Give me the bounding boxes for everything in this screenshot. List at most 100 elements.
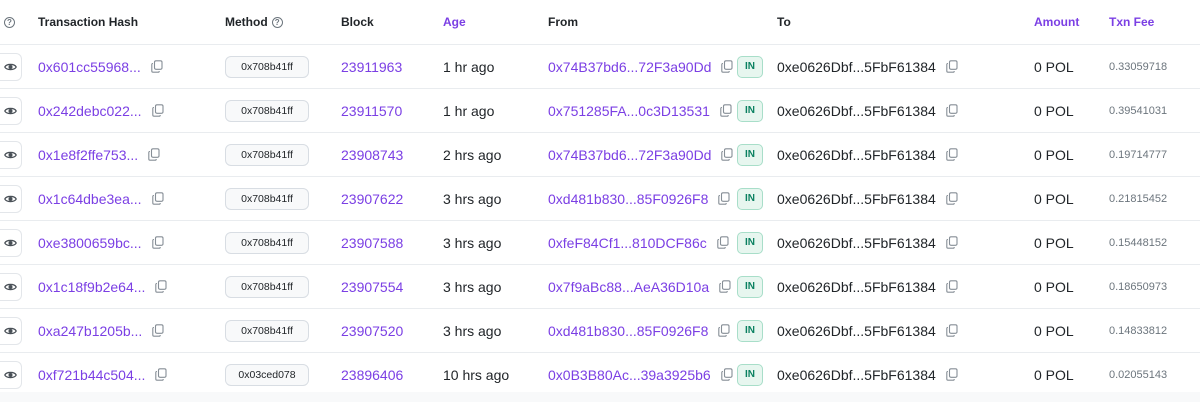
copy-icon[interactable] (946, 280, 958, 293)
preview-button[interactable] (0, 140, 22, 169)
direction-badge: IN (737, 363, 763, 386)
copy-icon[interactable] (717, 236, 729, 249)
direction-cell: IN (737, 221, 763, 264)
header-method: Method ? (225, 0, 283, 44)
copy-icon[interactable] (946, 368, 958, 381)
block-link[interactable]: 23911963 (341, 59, 402, 75)
copy-icon[interactable] (151, 192, 164, 205)
to-cell: 0xe0626Dbf...5FbF61384 (777, 221, 958, 264)
from-address-link[interactable]: 0x0B3B80Ac...39a3925b6 (548, 367, 711, 383)
tx-hash-cell: 0xe3800659bc... (38, 221, 164, 264)
preview-button[interactable] (0, 184, 22, 213)
block-link[interactable]: 23908743 (341, 147, 403, 163)
copy-icon[interactable] (152, 324, 164, 337)
block-link[interactable]: 23907622 (341, 191, 403, 207)
txn-fee-text: 0.19714777 (1109, 148, 1168, 161)
amount-text: 0 POL (1034, 366, 1074, 383)
copy-icon[interactable] (148, 148, 160, 161)
tx-hash-link[interactable]: 0xe3800659bc... (38, 235, 142, 251)
to-address: 0xe0626Dbf...5FbF61384 (777, 234, 936, 251)
from-address-link[interactable]: 0x7f9aBc88...AeA36D10a (548, 279, 709, 295)
eye-icon (4, 150, 17, 160)
table-row: 0xe3800659bc... 0x708b41ff 23907588 3 hrs a… (0, 221, 1200, 265)
copy-icon[interactable] (721, 60, 734, 73)
copy-icon[interactable] (151, 60, 163, 73)
block-link[interactable]: 23896406 (341, 367, 403, 383)
block-link[interactable]: 23907554 (341, 279, 403, 295)
block-cell: 23896406 (341, 353, 403, 396)
block-cell: 23907622 (341, 177, 403, 220)
tx-hash-link[interactable]: 0x601cc55968... (38, 59, 141, 75)
age-cell: 3 hrs ago (443, 221, 501, 264)
copy-icon[interactable] (946, 236, 958, 249)
direction-cell: IN (737, 309, 763, 352)
direction-badge: IN (737, 143, 763, 166)
amount-cell: 0 POL (1034, 89, 1074, 132)
copy-icon[interactable] (151, 104, 164, 117)
preview-cell (0, 89, 22, 132)
tx-hash-link[interactable]: 0x1e8f2ffe753... (38, 147, 138, 163)
from-address-link[interactable]: 0x74B37bd6...72F3a90Dd (548, 59, 711, 75)
preview-button[interactable] (0, 360, 22, 389)
copy-icon[interactable] (719, 280, 731, 293)
copy-icon[interactable] (720, 104, 732, 117)
copy-icon[interactable] (721, 148, 734, 161)
tx-hash-link[interactable]: 0x242debc022... (38, 103, 142, 119)
tx-hash-cell: 0x242debc022... (38, 89, 164, 132)
copy-icon[interactable] (720, 368, 733, 381)
method-cell: 0x708b41ff (225, 177, 309, 220)
copy-icon[interactable] (155, 368, 167, 381)
txn-fee-text: 0.15448152 (1109, 236, 1168, 249)
header-amount-toggle[interactable]: Amount (1034, 0, 1079, 44)
preview-button[interactable] (0, 228, 22, 257)
block-link[interactable]: 23907588 (341, 235, 403, 251)
copy-icon[interactable] (718, 324, 730, 337)
block-cell: 23907554 (341, 265, 403, 308)
tx-hash-cell: 0xa247b1205b... (38, 309, 164, 352)
header-age-toggle[interactable]: Age (443, 0, 466, 44)
header-transaction-hash: Transaction Hash (38, 15, 139, 29)
copy-icon[interactable] (718, 192, 730, 205)
block-cell: 23911570 (341, 89, 402, 132)
fee-cell: 0.39541031 (1109, 89, 1167, 132)
method-help-icon[interactable]: ? (271, 16, 283, 28)
tx-hash-link[interactable]: 0xf721b44c504... (38, 367, 145, 383)
to-address: 0xe0626Dbf...5FbF61384 (777, 322, 936, 339)
from-cell: 0xd481b830...85F0926F8 (548, 309, 730, 352)
copy-icon[interactable] (946, 192, 958, 205)
from-address-link[interactable]: 0x74B37bd6...72F3a90Dd (548, 147, 711, 163)
direction-badge: IN (737, 55, 763, 78)
from-address-link[interactable]: 0xd481b830...85F0926F8 (548, 191, 708, 207)
tx-hash-link[interactable]: 0x1c18f9b2e64... (38, 279, 145, 295)
copy-icon[interactable] (946, 148, 958, 161)
method-badge: 0x708b41ff (225, 99, 309, 122)
tx-hash-link[interactable]: 0x1c64dbe3ea... (38, 191, 142, 207)
method-cell: 0x708b41ff (225, 221, 309, 264)
from-address-link[interactable]: 0xd481b830...85F0926F8 (548, 323, 708, 339)
copy-icon[interactable] (946, 60, 958, 73)
header-help-icon[interactable]: ? (4, 0, 15, 44)
preview-button[interactable] (0, 52, 22, 81)
to-address: 0xe0626Dbf...5FbF61384 (777, 278, 936, 295)
tx-hash-cell: 0x1c18f9b2e64... (38, 265, 167, 308)
tx-hash-cell: 0x1e8f2ffe753... (38, 133, 160, 176)
preview-button[interactable] (0, 96, 22, 125)
copy-icon[interactable] (151, 236, 164, 249)
copy-icon[interactable] (155, 280, 167, 293)
txn-fee-text: 0.33059718 (1109, 60, 1168, 73)
block-link[interactable]: 23911570 (341, 103, 402, 119)
to-cell: 0xe0626Dbf...5FbF61384 (777, 353, 958, 396)
tx-hash-cell: 0x1c64dbe3ea... (38, 177, 164, 220)
block-link[interactable]: 23907520 (341, 323, 403, 339)
preview-button[interactable] (0, 316, 22, 345)
copy-icon[interactable] (946, 104, 958, 117)
from-address-link[interactable]: 0x751285FA...0c3D13531 (548, 103, 710, 119)
method-badge: 0x708b41ff (225, 143, 309, 166)
copy-icon[interactable] (946, 324, 958, 337)
header-txn-fee-toggle[interactable]: Txn Fee (1109, 0, 1154, 44)
preview-button[interactable] (0, 272, 22, 301)
method-badge: 0x708b41ff (225, 231, 309, 254)
from-address-link[interactable]: 0xfeF84Cf1...810DCF86c (548, 235, 707, 251)
tx-hash-link[interactable]: 0xa247b1205b... (38, 323, 142, 339)
age-text: 1 hr ago (443, 102, 495, 119)
